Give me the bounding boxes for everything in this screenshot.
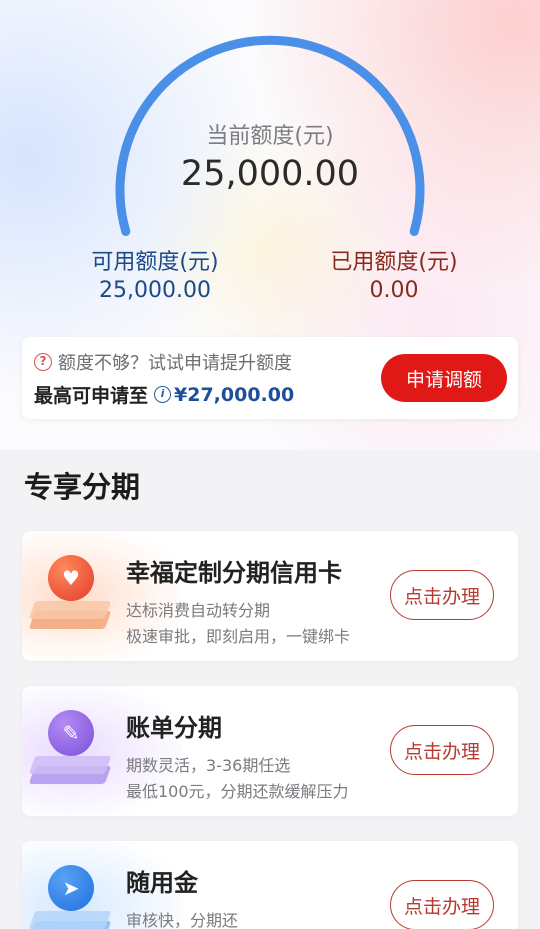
product-title: 随用金 (126, 869, 198, 897)
product-desc: 达标消费自动转分期 (126, 601, 271, 620)
max-applicable-label: 最高可申请至 (34, 385, 149, 407)
product-emblem: ✎ (28, 710, 112, 796)
raise-limit-question-text: 额度不够？试试申请提升额度 (58, 353, 292, 374)
heart-icon: ♥ (48, 555, 94, 601)
rocket-icon: ➤ (48, 865, 94, 911)
product-emblem: ♥ (28, 555, 112, 641)
product-title: 幸福定制分期信用卡 (126, 559, 342, 587)
apply-now-button[interactable]: 点击办理 (390, 570, 494, 620)
used-limit-label: 已用额度(元) (330, 250, 458, 275)
current-limit-label: 当前额度(元) (206, 124, 334, 149)
product-desc: 最低100元，分期还款缓解压力 (126, 782, 349, 801)
info-icon[interactable]: i (154, 386, 172, 403)
credit-limit-panel: 当前额度(元) 25,000.00 可用额度(元) 25,000.00 已用额度… (0, 0, 540, 450)
product-card-happiness-card: ♥ 幸福定制分期信用卡 达标消费自动转分期 极速审批，即刻启用，一键绑卡 点击办… (22, 531, 518, 661)
max-applicable: 最高可申请至 i ¥27,000.00 (34, 381, 294, 408)
raise-limit-card: ? 额度不够？试试申请提升额度 最高可申请至 i ¥27,000.00 申请调额 (22, 337, 518, 419)
apply-adjust-limit-button[interactable]: 申请调额 (381, 354, 507, 402)
product-desc: 期数灵活，3-36期任选 (126, 756, 291, 775)
raise-limit-question: ? 额度不够？试试申请提升额度 (34, 349, 292, 375)
product-emblem: ➤ (28, 865, 112, 929)
apply-now-button[interactable]: 点击办理 (390, 725, 494, 775)
product-desc: 极速审批，即刻启用，一键绑卡 (126, 627, 351, 646)
available-limit-label: 可用额度(元) (91, 250, 219, 275)
used-limit: 已用额度(元) 0.00 (294, 244, 494, 303)
max-applicable-amount: ¥27,000.00 (174, 383, 295, 406)
product-desc: 审核快，分期还 (126, 911, 239, 929)
available-limit: 可用额度(元) 25,000.00 (55, 244, 255, 303)
section-title: 专享分期 (24, 470, 141, 504)
question-circle-icon: ? (34, 353, 52, 371)
product-card-cash-on-demand: ➤ 随用金 审核快，分期还 点击办理 (22, 841, 518, 929)
product-title: 账单分期 (126, 714, 222, 742)
current-limit-value: 25,000.00 (180, 154, 360, 194)
apply-now-button[interactable]: 点击办理 (390, 880, 494, 929)
pencil-icon: ✎ (48, 710, 94, 756)
product-card-bill-installment: ✎ 账单分期 期数灵活，3-36期任选 最低100元，分期还款缓解压力 点击办理 (22, 686, 518, 816)
available-limit-value: 25,000.00 (99, 278, 211, 303)
used-limit-value: 0.00 (369, 278, 419, 303)
